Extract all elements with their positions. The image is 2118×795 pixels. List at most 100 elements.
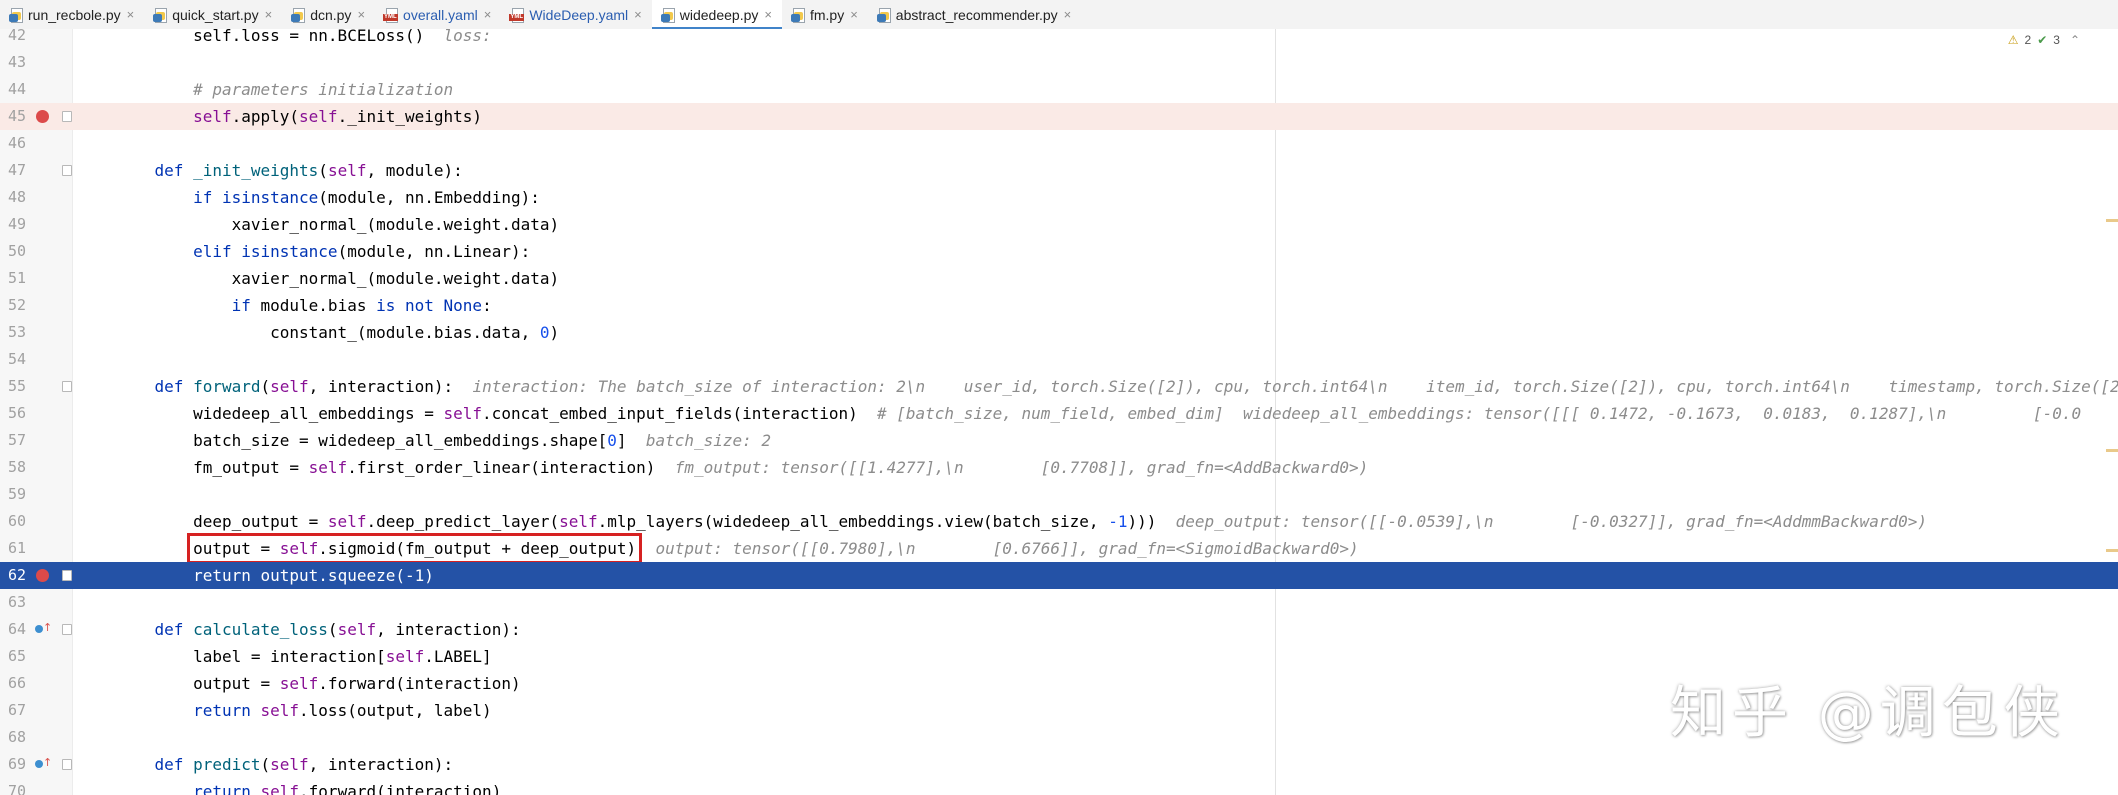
- code-line[interactable]: 46: [0, 130, 2118, 157]
- fold-icon[interactable]: [62, 570, 72, 581]
- code-line[interactable]: 48 if isinstance(module, nn.Embedding):: [0, 184, 2118, 211]
- code-text[interactable]: constant_(module.bias.data, 0): [116, 319, 559, 346]
- code-line[interactable]: 43: [0, 49, 2118, 76]
- breakpoint-icon[interactable]: [36, 110, 49, 123]
- line-number[interactable]: 62: [0, 562, 26, 589]
- code-text[interactable]: xavier_normal_(module.weight.data): [116, 265, 560, 292]
- code-text[interactable]: fm_output = self.first_order_linear(inte…: [116, 454, 1368, 481]
- close-icon[interactable]: ×: [484, 7, 492, 22]
- tab-fm-py[interactable]: fm.py ×: [782, 0, 868, 29]
- code-text[interactable]: # parameters initialization: [116, 76, 453, 103]
- line-number[interactable]: 59: [0, 481, 26, 508]
- tab-quick-start-py[interactable]: quick_start.py ×: [144, 0, 282, 29]
- line-number[interactable]: 70: [0, 778, 26, 795]
- code-line[interactable]: 42 self.loss = nn.BCELoss() loss:: [0, 29, 2118, 49]
- line-number[interactable]: 68: [0, 724, 26, 751]
- code-line[interactable]: 70 return self.forward(interaction): [0, 778, 2118, 795]
- code-line[interactable]: 59: [0, 481, 2118, 508]
- fold-icon[interactable]: [62, 381, 72, 392]
- fold-icon[interactable]: [62, 111, 72, 122]
- code-line[interactable]: 54: [0, 346, 2118, 373]
- code-text[interactable]: if isinstance(module, nn.Embedding):: [116, 184, 540, 211]
- tab-abstract-recommender-py[interactable]: abstract_recommender.py ×: [868, 0, 1081, 29]
- code-line[interactable]: 65 label = interaction[self.LABEL]: [0, 643, 2118, 670]
- code-line[interactable]: 55 def forward(self, interaction): inter…: [0, 373, 2118, 400]
- tab-widedeep-py[interactable]: widedeep.py ×: [651, 0, 783, 29]
- line-number[interactable]: 60: [0, 508, 26, 535]
- code-line[interactable]: 56 widedeep_all_embeddings = self.concat…: [0, 400, 2118, 427]
- close-icon[interactable]: ×: [850, 7, 858, 22]
- code-line[interactable]: 64 ↑ def calculate_loss(self, interaction…: [0, 616, 2118, 643]
- code-line[interactable]: 60 deep_output = self.deep_predict_layer…: [0, 508, 2118, 535]
- fold-icon[interactable]: [62, 759, 72, 770]
- close-icon[interactable]: ×: [1064, 7, 1072, 22]
- close-icon[interactable]: ×: [634, 7, 642, 22]
- close-icon[interactable]: ×: [764, 7, 772, 22]
- line-number[interactable]: 52: [0, 292, 26, 319]
- tab-run-recbole-py[interactable]: run_recbole.py ×: [0, 0, 144, 29]
- code-line[interactable]: 61 output = self.sigmoid(fm_output + dee…: [0, 533, 2118, 564]
- chevron-up-icon[interactable]: ⌃: [2070, 33, 2080, 47]
- code-text[interactable]: widedeep_all_embeddings = self.concat_em…: [116, 400, 2081, 427]
- line-number[interactable]: 51: [0, 265, 26, 292]
- line-number[interactable]: 50: [0, 238, 26, 265]
- line-number[interactable]: 63: [0, 589, 26, 616]
- line-number[interactable]: 49: [0, 211, 26, 238]
- line-number[interactable]: 69: [0, 751, 26, 778]
- code-text[interactable]: def calculate_loss(self, interaction):: [116, 616, 521, 643]
- line-number[interactable]: 47: [0, 157, 26, 184]
- code-text[interactable]: batch_size = widedeep_all_embeddings.sha…: [116, 427, 771, 454]
- code-text[interactable]: xavier_normal_(module.weight.data): [116, 211, 560, 238]
- tab-widedeep-yaml[interactable]: WideDeep.yaml ×: [501, 0, 651, 29]
- line-number[interactable]: 48: [0, 184, 26, 211]
- line-number[interactable]: 45: [0, 103, 26, 130]
- code-line[interactable]: 69 ↑ def predict(self, interaction):: [0, 751, 2118, 778]
- code-line[interactable]: 50 elif isinstance(module, nn.Linear):: [0, 238, 2118, 265]
- line-number[interactable]: 57: [0, 427, 26, 454]
- line-number[interactable]: 53: [0, 319, 26, 346]
- overrides-method-icon[interactable]: ↑: [35, 622, 52, 636]
- fold-icon[interactable]: [62, 165, 72, 176]
- line-number[interactable]: 56: [0, 400, 26, 427]
- line-number[interactable]: 65: [0, 643, 26, 670]
- line-number[interactable]: 42: [0, 29, 26, 49]
- code-line[interactable]: 63: [0, 589, 2118, 616]
- close-icon[interactable]: ×: [127, 7, 135, 22]
- code-text[interactable]: return output.squeeze(-1): [116, 562, 434, 589]
- code-text[interactable]: return self.forward(interaction): [116, 778, 501, 795]
- line-number[interactable]: 64: [0, 616, 26, 643]
- code-text[interactable]: if module.bias is not None:: [116, 292, 492, 319]
- line-number[interactable]: 54: [0, 346, 26, 373]
- code-text[interactable]: self.apply(self._init_weights): [116, 103, 482, 130]
- code-line[interactable]: 45 self.apply(self._init_weights): [0, 103, 2118, 130]
- code-text[interactable]: return self.loss(output, label): [116, 697, 492, 724]
- code-line[interactable]: 47 def _init_weights(self, module):: [0, 157, 2118, 184]
- code-text[interactable]: output = self.sigmoid(fm_output + deep_o…: [116, 533, 1359, 564]
- close-icon[interactable]: ×: [357, 7, 365, 22]
- line-number[interactable]: 58: [0, 454, 26, 481]
- line-number[interactable]: 61: [0, 535, 26, 562]
- code-text[interactable]: self.loss = nn.BCELoss() loss:: [116, 29, 501, 49]
- line-number[interactable]: 44: [0, 76, 26, 103]
- code-line[interactable]: 49 xavier_normal_(module.weight.data): [0, 211, 2118, 238]
- code-text[interactable]: output = self.forward(interaction): [116, 670, 521, 697]
- inspection-widget[interactable]: ⚠ 2 ✔ 3 ⌃: [2008, 33, 2080, 47]
- overrides-method-icon[interactable]: ↑: [35, 757, 52, 771]
- code-line[interactable]: 62 return output.squeeze(-1): [0, 562, 2118, 589]
- fold-icon[interactable]: [62, 624, 72, 635]
- breakpoint-icon[interactable]: [36, 569, 49, 582]
- tab-dcn-py[interactable]: dcn.py ×: [282, 0, 375, 29]
- line-number[interactable]: 46: [0, 130, 26, 157]
- code-line[interactable]: 53 constant_(module.bias.data, 0): [0, 319, 2118, 346]
- code-line[interactable]: 51 xavier_normal_(module.weight.data): [0, 265, 2118, 292]
- line-number[interactable]: 67: [0, 697, 26, 724]
- tab-overall-yaml[interactable]: overall.yaml ×: [375, 0, 501, 29]
- line-number[interactable]: 55: [0, 373, 26, 400]
- code-text[interactable]: def forward(self, interaction): interact…: [116, 373, 2118, 400]
- code-text[interactable]: def predict(self, interaction):: [116, 751, 454, 778]
- code-text[interactable]: label = interaction[self.LABEL]: [116, 643, 492, 670]
- code-line[interactable]: 58 fm_output = self.first_order_linear(i…: [0, 454, 2118, 481]
- code-line[interactable]: 52 if module.bias is not None:: [0, 292, 2118, 319]
- code-text[interactable]: elif isinstance(module, nn.Linear):: [116, 238, 530, 265]
- line-number[interactable]: 43: [0, 49, 26, 76]
